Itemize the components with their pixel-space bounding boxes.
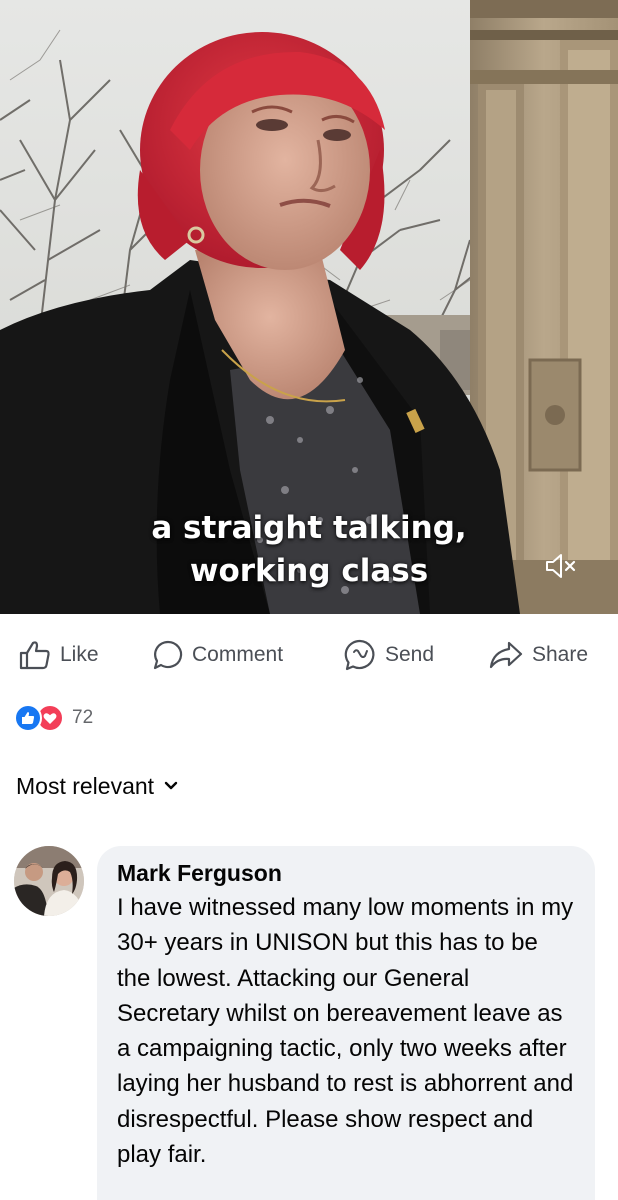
like-label: Like: [60, 643, 99, 666]
reactions-summary[interactable]: 72: [14, 703, 93, 733]
chevron-down-icon: [164, 781, 178, 790]
share-arrow-icon: [489, 641, 523, 669]
video-caption-line-2: working class: [189, 553, 429, 589]
thumbs-up-icon: [19, 641, 50, 670]
comment-sort-dropdown[interactable]: Most relevant: [16, 770, 178, 802]
comment-bubble-icon: [153, 640, 183, 670]
comment-label: Comment: [192, 643, 284, 666]
send-button[interactable]: Send: [343, 630, 434, 680]
send-label: Send: [385, 643, 435, 666]
comment-button[interactable]: Comment: [152, 630, 283, 680]
post-action-bar: Like Comment Send Share: [0, 630, 618, 680]
reaction-count: 72: [72, 707, 94, 728]
video-caption-line-1: a straight talking,: [151, 510, 467, 546]
comment-sort-label: Most relevant: [16, 772, 155, 799]
commenter-avatar[interactable]: [14, 846, 84, 916]
video-player[interactable]: a straight talking, working class: [0, 0, 618, 614]
like-reaction-icon: [14, 704, 42, 732]
comment-author-name[interactable]: Mark Ferguson: [117, 856, 577, 890]
avatar-photo: [14, 846, 84, 916]
share-button[interactable]: Share: [488, 630, 588, 680]
comment-bubble: Mark Ferguson I have witnessed many low …: [97, 846, 595, 1200]
mute-button[interactable]: [540, 548, 580, 584]
like-button[interactable]: Like: [18, 630, 99, 680]
comment-text: I have witnessed many low moments in my …: [117, 894, 574, 1169]
messenger-icon: [344, 639, 375, 671]
speaker-muted-icon: [546, 554, 576, 578]
share-label: Share: [532, 643, 589, 666]
facebook-post: a straight talking, working class Like C…: [0, 0, 618, 1200]
